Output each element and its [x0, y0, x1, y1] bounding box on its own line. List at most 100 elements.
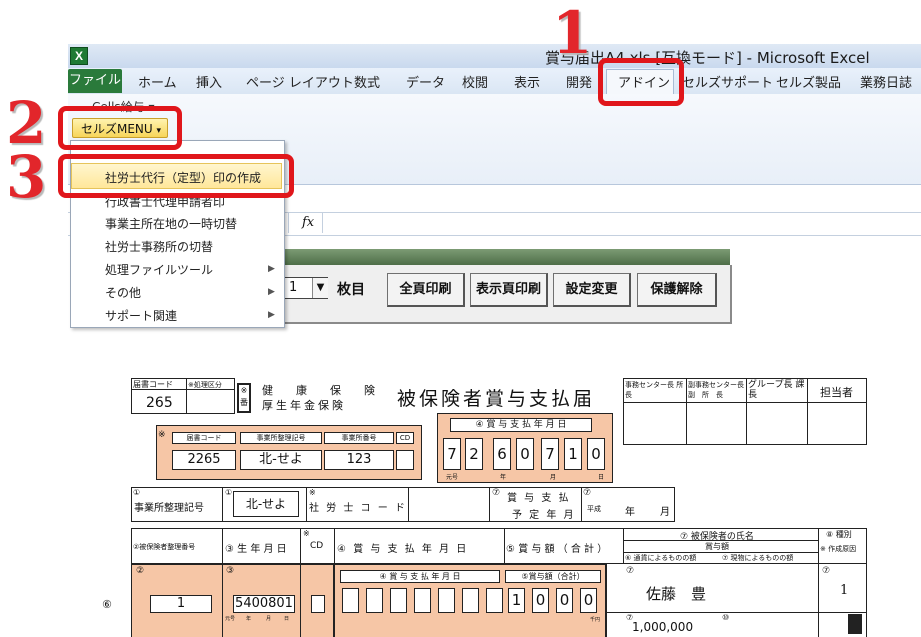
step-number-1: 1 — [552, 0, 593, 67]
office-symbol-label: 事業所整理記号 — [134, 503, 204, 514]
menu-item-support[interactable]: サポート関連 — [105, 307, 177, 324]
item-number: ③ — [226, 566, 235, 576]
bonus-digit[interactable] — [486, 588, 503, 613]
excel-app-icon[interactable]: X — [70, 47, 88, 65]
pension-insurance-label: 厚生年金保険 — [262, 399, 346, 412]
office-symbol-value: 北-せよ — [240, 450, 322, 470]
unprotect-button[interactable]: 保護解除 — [637, 273, 717, 307]
form-code-label: 届書コード — [133, 380, 173, 389]
pay-date-digit: 6 — [493, 438, 511, 470]
menu-item-file-tools[interactable]: 処理ファイルツール — [105, 261, 213, 278]
dropdown-arrow-icon[interactable]: ▼ — [312, 278, 328, 298]
menu-item-other[interactable]: その他 — [105, 284, 141, 301]
print-all-pages-button[interactable]: 全頁印刷 — [387, 273, 465, 307]
cd-header: CD — [310, 541, 324, 551]
pay-date-label: ④ 賞 与 支 払 年 月 日 — [340, 570, 500, 583]
day-label: 日 — [598, 474, 605, 481]
month-label: 月 — [550, 474, 557, 481]
form-header-bar — [282, 249, 730, 265]
tab-cells-support[interactable]: セルズサポート — [682, 72, 773, 91]
note-mark: ※番 — [237, 383, 251, 413]
item-number: ① — [225, 488, 233, 497]
approval-header-staff: 担当者 — [820, 386, 853, 399]
approval-header-center-chief: 事務センター長 所 長 — [625, 381, 698, 399]
pay-date-digit[interactable] — [366, 588, 383, 613]
era-label: 元号 — [225, 616, 236, 622]
tab-view[interactable]: 表示 — [514, 72, 540, 91]
bonus-digit[interactable]: 0 — [532, 588, 549, 613]
item-number: ⑦ — [583, 488, 592, 498]
type-header: ⑧ 種別 — [826, 530, 852, 539]
bonus-amount-subheader: 賞与額 — [705, 542, 729, 551]
insert-function-icon[interactable]: fx — [302, 215, 314, 230]
approval-header-group-leader: グループ長 課 長 — [748, 380, 823, 400]
thousand-yen-unit: 千円 — [590, 617, 601, 623]
pay-date-digit[interactable] — [342, 588, 359, 613]
year-label: 年 — [625, 507, 635, 518]
pay-date-digit[interactable] — [414, 588, 431, 613]
item-number: ⑦ — [626, 566, 635, 576]
tab-data[interactable]: データ — [406, 72, 445, 91]
highlight-sharoushi-item — [58, 154, 294, 198]
note-mark: ※ — [158, 430, 166, 440]
bonus-digit[interactable]: 1 — [508, 588, 525, 613]
planned-pay-label: 賞 与 支 払 — [507, 493, 571, 504]
tab-business-diary[interactable]: 業務日誌 — [860, 72, 912, 91]
tab-formulas[interactable]: 数式 — [354, 72, 380, 91]
submenu-arrow-icon: ▶ — [268, 310, 275, 320]
tab-insert[interactable]: 挿入 — [196, 72, 222, 91]
tab-file[interactable]: ファイル — [68, 69, 122, 93]
item-number: ① — [133, 488, 141, 497]
pay-date-digit[interactable] — [438, 588, 455, 613]
health-insurance-label: 健 康 保 険 — [262, 384, 381, 397]
pay-date-digit: 2 — [465, 438, 483, 470]
window-title: 賞与届出A4.xls [互換モード] - Microsoft Excel — [545, 49, 870, 67]
item-number: ⑦ — [492, 488, 501, 498]
note-mark: ※ — [309, 488, 316, 497]
highlight-selz-menu — [58, 106, 182, 150]
office-code-value: 2265 — [172, 450, 236, 470]
item-number: ⑩ — [722, 613, 730, 622]
row-marker: ⑥ — [102, 598, 112, 611]
tab-home[interactable]: ホーム — [138, 72, 177, 91]
note-mark: ※ — [303, 529, 310, 538]
cd-value — [396, 450, 414, 470]
month-label: 月 — [660, 507, 670, 518]
pay-date-digit: 7 — [541, 438, 559, 470]
black-marker — [848, 614, 862, 634]
print-current-page-button[interactable]: 表示頁印刷 — [470, 273, 548, 307]
insured-number-header: ②被保険者整理番号 — [133, 543, 196, 551]
pay-date-header: ④ 賞 与 支 払 年 月 日 — [337, 544, 469, 555]
birthdate-input[interactable]: 5400801 — [233, 595, 295, 613]
bonus-total-label: ⑤賞与額（合計） — [505, 570, 601, 583]
office-symbol-input[interactable]: 北-せよ — [233, 491, 299, 517]
approval-header-deputy: 副事務センター長 副 所 長 — [688, 381, 744, 399]
insured-number-input[interactable]: 1 — [150, 595, 212, 613]
type-value: 1 — [840, 583, 849, 598]
pay-date-digit: 1 — [564, 438, 582, 470]
tab-review[interactable]: 校閲 — [462, 72, 488, 91]
era-label: 元号 — [446, 474, 459, 481]
era-label: 平成 — [587, 505, 601, 513]
tab-developer[interactable]: 開発 — [566, 72, 592, 91]
pay-date-digit: 0 — [516, 438, 534, 470]
menu-item-switch-office[interactable]: 社労士事務所の切替 — [105, 238, 213, 255]
insured-name-value: 佐藤 豊 — [646, 585, 707, 603]
month-label: 月 — [266, 616, 272, 622]
bonus-digit[interactable]: 0 — [556, 588, 573, 613]
cd-input[interactable] — [311, 595, 325, 613]
pay-date-digit: 0 — [587, 438, 605, 470]
tab-page-layout[interactable]: ページ レイアウト — [246, 72, 354, 91]
office-number-value: 123 — [324, 450, 394, 470]
menu-item-employer-address[interactable]: 事業主所在地の一時切替 — [105, 215, 237, 232]
planned-month-label: 予 定 年 月 — [512, 510, 576, 521]
bonus-digit[interactable]: 0 — [580, 588, 597, 613]
tab-cells-products[interactable]: セルズ製品 — [776, 72, 841, 91]
pay-date-digit[interactable] — [390, 588, 407, 613]
process-type-label: ※処理区分 — [188, 381, 222, 389]
pay-date-digit[interactable] — [462, 588, 479, 613]
item-number: ⑦ — [822, 566, 831, 576]
cd-header: CD — [396, 432, 414, 444]
item-number: ② — [136, 566, 145, 576]
change-settings-button[interactable]: 設定変更 — [553, 273, 631, 307]
